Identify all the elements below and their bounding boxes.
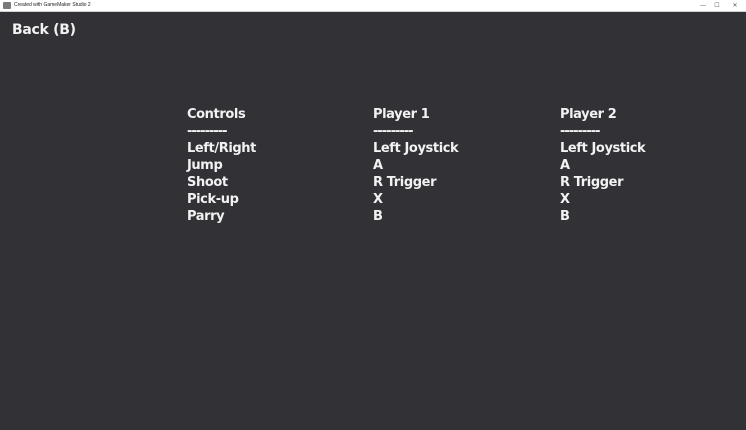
controls-header: Controls xyxy=(187,107,246,122)
player2-divider: --------- xyxy=(560,124,601,139)
player1-header: Player 1 xyxy=(373,107,430,122)
control-pick-up: Pick-up xyxy=(187,192,239,207)
player2-column: Player 2 --------- Left Joystick A R Tri… xyxy=(560,106,646,225)
player1-jump: A xyxy=(373,158,383,173)
player1-left-right: Left Joystick xyxy=(373,141,459,156)
window-titlebar: Created with GameMaker Studio 2 — ☐ ✕ xyxy=(0,0,746,12)
app-icon xyxy=(3,2,11,9)
control-shoot: Shoot xyxy=(187,175,228,190)
player2-left-right: Left Joystick xyxy=(560,141,646,156)
close-button[interactable]: ✕ xyxy=(724,0,746,11)
back-button[interactable]: Back (B) xyxy=(12,22,76,38)
game-canvas: Back (B) Controls --------- Left/Right J… xyxy=(0,12,746,430)
player2-parry: B xyxy=(560,209,570,224)
player1-shoot: R Trigger xyxy=(373,175,437,190)
player1-pick-up: X xyxy=(373,192,383,207)
player2-pick-up: X xyxy=(560,192,570,207)
player2-shoot: R Trigger xyxy=(560,175,624,190)
player1-divider: --------- xyxy=(373,124,414,139)
controls-divider: --------- xyxy=(187,124,228,139)
control-jump: Jump xyxy=(187,158,223,173)
player2-header: Player 2 xyxy=(560,107,617,122)
player2-jump: A xyxy=(560,158,570,173)
player1-parry: B xyxy=(373,209,383,224)
window-title: Created with GameMaker Studio 2 xyxy=(14,2,91,8)
control-parry: Parry xyxy=(187,209,225,224)
player1-column: Player 1 --------- Left Joystick A R Tri… xyxy=(373,106,459,225)
controls-column: Controls --------- Left/Right Jump Shoot… xyxy=(187,106,256,225)
control-left-right: Left/Right xyxy=(187,141,256,156)
